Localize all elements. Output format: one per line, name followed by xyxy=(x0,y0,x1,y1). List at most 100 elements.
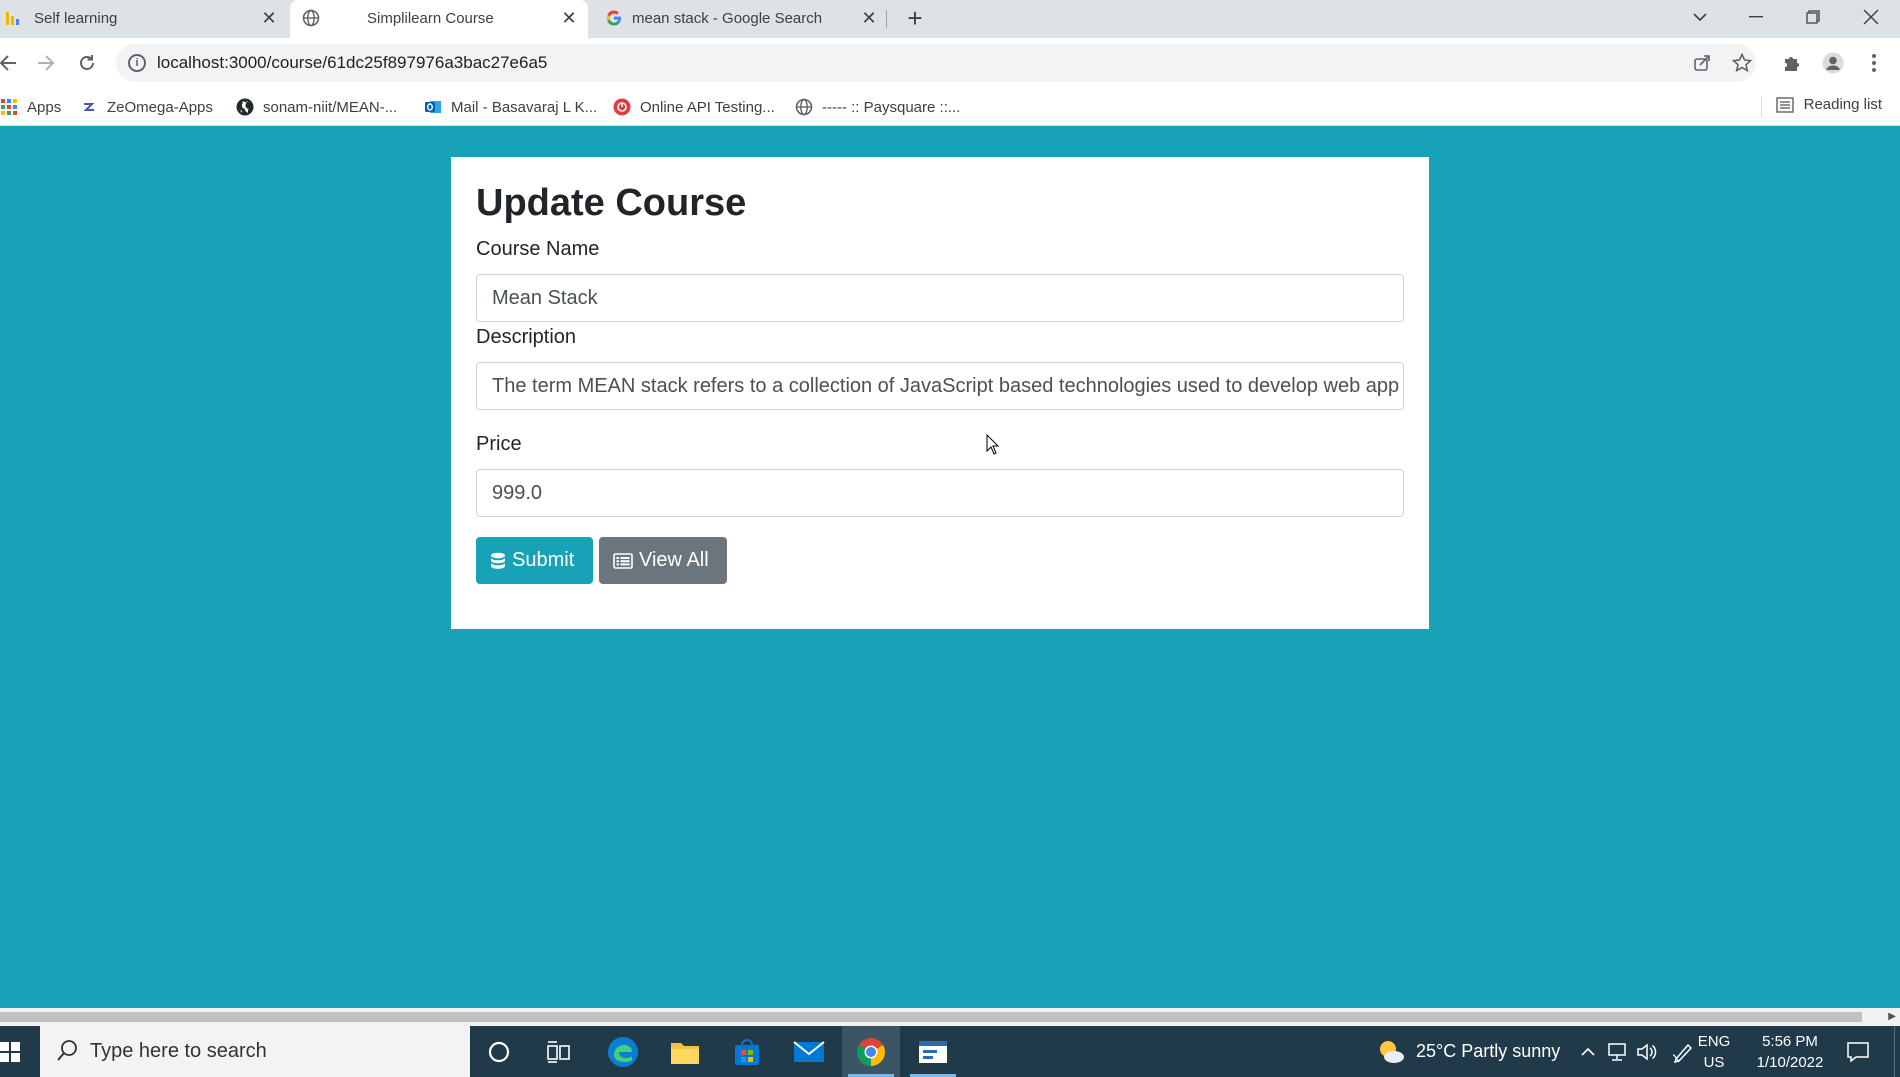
course-name-input[interactable]: Mean Stack xyxy=(476,274,1404,322)
bookmark-paysquare[interactable]: ----- :: Paysquare ::... xyxy=(795,96,960,118)
restore-button[interactable] xyxy=(1785,0,1841,34)
browser-toolbar: i localhost:3000/course/61dc25f897976a3b… xyxy=(0,38,1900,88)
taskbar-chrome[interactable] xyxy=(842,1026,900,1077)
submit-label: Submit xyxy=(512,549,575,571)
task-view-button[interactable] xyxy=(530,1026,588,1077)
bookmark-online-api-testing[interactable]: Online API Testing... xyxy=(613,96,775,118)
bookmark-github[interactable]: sonam-niit/MEAN-... xyxy=(236,96,397,118)
extensions-button[interactable] xyxy=(1776,47,1808,79)
taskbar-app-window[interactable] xyxy=(904,1026,962,1077)
bookmark-outlook-mail[interactable]: Mail - Basavaraj L K... xyxy=(424,96,597,118)
taskbar-search-box[interactable]: Type here to search xyxy=(40,1026,470,1077)
update-course-card: Update Course Course Name Mean Stack Des… xyxy=(451,157,1429,629)
minimize-icon xyxy=(1749,16,1763,18)
avatar-icon xyxy=(1822,52,1844,74)
restore-icon xyxy=(1806,10,1820,24)
start-button[interactable] xyxy=(0,1026,40,1077)
view-all-label: View All xyxy=(639,549,709,571)
edge-icon xyxy=(608,1036,638,1067)
view-all-button[interactable]: View All xyxy=(599,537,727,584)
minimize-button[interactable] xyxy=(1728,0,1784,34)
taskbar-edge[interactable] xyxy=(594,1026,652,1077)
tab-title: mean stack - Google Search xyxy=(632,10,823,27)
bookmarks-separator xyxy=(1761,96,1762,118)
bookmark-label: Mail - Basavaraj L K... xyxy=(451,98,598,116)
taskbar-mail[interactable] xyxy=(780,1026,838,1077)
pen-workspace-button[interactable] xyxy=(1672,1026,1694,1077)
more-vert-icon xyxy=(1872,54,1876,72)
menu-button[interactable] xyxy=(1858,47,1890,79)
new-tab-button[interactable]: + xyxy=(900,4,930,34)
notification-icon xyxy=(1847,1041,1869,1063)
reload-icon xyxy=(80,55,94,70)
cortana-button[interactable] xyxy=(470,1026,528,1077)
price-label: Price xyxy=(476,433,522,455)
taskbar-store[interactable] xyxy=(718,1026,776,1077)
arrow-left-icon xyxy=(0,55,16,71)
close-icon xyxy=(1863,9,1879,25)
show-hidden-icons-button[interactable] xyxy=(1580,1026,1596,1077)
url-text[interactable]: localhost:3000/course/61dc25f897976a3bac… xyxy=(157,53,547,73)
close-icon[interactable]: ✕ xyxy=(560,9,578,27)
tab-simplilearn-course[interactable]: Simplilearn Course ✕ xyxy=(290,0,588,38)
cortana-icon xyxy=(488,1041,510,1062)
database-icon xyxy=(491,552,505,569)
weather-text: 25°C Partly sunny xyxy=(1416,1041,1561,1061)
price-input[interactable]: 999.0 xyxy=(476,469,1404,517)
star-icon xyxy=(1731,52,1753,73)
tab-separator xyxy=(886,10,887,28)
language-code: ENG xyxy=(1697,1033,1731,1050)
globe-icon xyxy=(302,9,320,27)
clock-date: 1/10/2022 xyxy=(1756,1054,1824,1071)
reading-list-button[interactable]: Reading list xyxy=(1775,96,1882,113)
chrome-icon xyxy=(857,1037,885,1066)
chevron-down-icon xyxy=(1693,13,1707,22)
address-bar[interactable]: i localhost:3000/course/61dc25f897976a3b… xyxy=(116,44,1756,82)
tab-search-button[interactable] xyxy=(1672,0,1728,34)
tab-title: Self learning xyxy=(34,10,118,27)
mouse-cursor-icon xyxy=(986,434,1000,455)
store-icon xyxy=(735,1038,759,1065)
description-input[interactable]: The term MEAN stack refers to a collecti… xyxy=(476,362,1404,410)
volume-button[interactable] xyxy=(1636,1026,1658,1077)
taskbar-file-explorer[interactable] xyxy=(656,1026,714,1077)
bookmark-label: ZeOmega-Apps xyxy=(107,98,213,116)
windows-taskbar: Type here to search 25°C Partly sunny EN… xyxy=(0,1026,1900,1077)
browser-tab-strip: Self learning ✕ Simplilearn Course ✕ mea… xyxy=(0,0,1900,38)
close-icon[interactable]: ✕ xyxy=(260,9,278,27)
arrow-right-icon xyxy=(38,55,55,71)
reload-button[interactable] xyxy=(71,47,103,79)
site-info-icon[interactable]: i xyxy=(128,54,146,72)
tab-self-learning[interactable]: Self learning ✕ xyxy=(0,0,288,38)
input-language-indicator[interactable]: ENG US xyxy=(1694,1031,1734,1073)
reading-list-label: Reading list xyxy=(1803,96,1882,113)
horizontal-scrollbar[interactable]: ▶ xyxy=(0,1008,1900,1026)
share-button[interactable] xyxy=(1686,47,1718,79)
forward-button[interactable] xyxy=(30,47,62,79)
google-icon xyxy=(606,10,621,26)
submit-button[interactable]: Submit xyxy=(476,537,593,584)
weather-widget[interactable]: 25°C Partly sunny xyxy=(1376,1026,1560,1077)
network-button[interactable] xyxy=(1606,1026,1628,1077)
show-desktop-button[interactable] xyxy=(1894,1026,1900,1077)
scrollbar-thumb[interactable] xyxy=(0,1012,1862,1022)
tab-google-search[interactable]: mean stack - Google Search ✕ xyxy=(590,0,888,38)
search-icon xyxy=(57,1040,77,1061)
close-icon[interactable]: ✕ xyxy=(860,9,878,27)
profile-button[interactable] xyxy=(1817,47,1849,79)
action-center-button[interactable] xyxy=(1846,1026,1870,1077)
chevron-up-icon xyxy=(1581,1047,1595,1056)
back-button[interactable] xyxy=(0,47,24,79)
share-icon xyxy=(1694,55,1710,71)
bookmark-apps[interactable]: Apps xyxy=(0,96,61,118)
zeomega-icon xyxy=(83,103,95,111)
app-window-icon xyxy=(919,1040,947,1063)
github-icon xyxy=(236,98,254,116)
taskbar-clock[interactable]: 5:56 PM 1/10/2022 xyxy=(1750,1031,1830,1073)
network-icon xyxy=(1608,1042,1626,1061)
close-window-button[interactable] xyxy=(1843,0,1899,34)
puzzle-icon xyxy=(1785,57,1799,71)
bookmark-zeomega-apps[interactable]: ZeOmega-Apps xyxy=(80,96,213,118)
scroll-right-icon[interactable]: ▶ xyxy=(1888,1011,1896,1022)
bookmark-star-button[interactable] xyxy=(1726,47,1758,79)
